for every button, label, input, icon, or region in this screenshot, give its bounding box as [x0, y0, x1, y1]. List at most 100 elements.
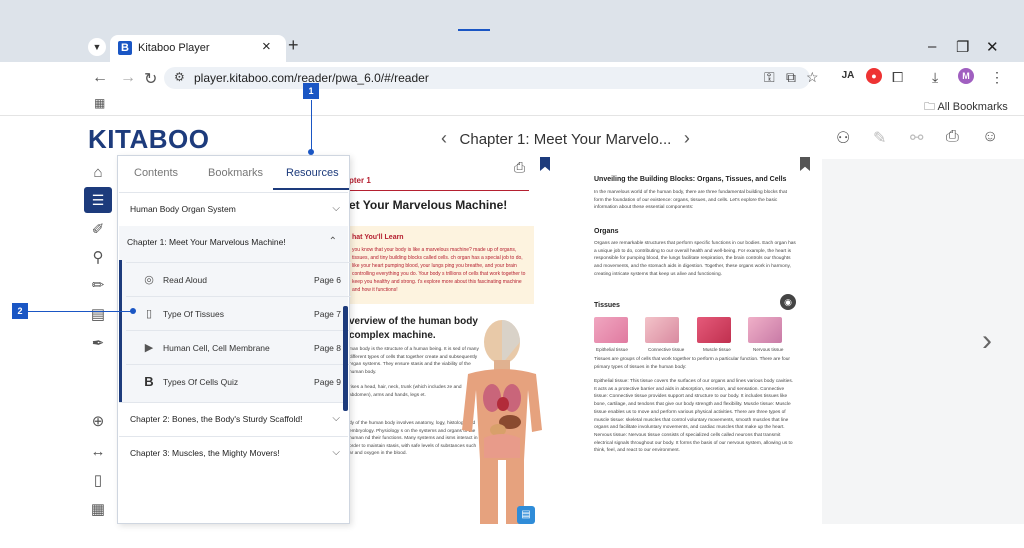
video-icon: ▶ [144, 342, 154, 354]
callout-2-dot [130, 308, 136, 314]
install-app-icon[interactable]: ⧉ [786, 69, 796, 86]
profile-icon[interactable]: ☺ [982, 128, 998, 146]
resource-badge-icon[interactable]: ◉ [780, 294, 796, 310]
chapter-label: Chapter 1: Meet Your Marvelous Machine! [127, 237, 286, 247]
all-bookmarks-button[interactable]: 🗀 All Bookmarks [924, 98, 1008, 117]
profile-avatar[interactable]: M [958, 68, 974, 84]
chapter-divider [349, 190, 529, 191]
fit-width-icon[interactable]: ↔ [88, 442, 108, 462]
next-chapter-icon[interactable]: › [684, 128, 690, 148]
toc-chapter-row[interactable]: Chapter 3: Muscles, the Mighty Movers! ⌵ [119, 436, 348, 470]
resource-row[interactable]: ▶ Human Cell, Cell Membrane Page 8 [126, 330, 351, 364]
resource-page: Page 8 [314, 343, 341, 353]
epithelial-tissue-image [594, 317, 628, 343]
key-icon[interactable]: ⚿ [764, 69, 775, 86]
bookmark-star-icon[interactable]: ☆ [806, 69, 819, 86]
toc-tab-bar: Contents Bookmarks Resources [118, 156, 349, 190]
resource-label: Read Aloud [163, 275, 207, 285]
left-page-chapter: pter 1 [349, 176, 371, 185]
notes-icon[interactable]: ▤ [88, 305, 108, 325]
sticky-note-icon[interactable]: ▤ [517, 506, 535, 524]
right-page-intro: In the marvelous world of the human body… [594, 190, 787, 211]
notebook-icon[interactable]: ✐ [88, 220, 108, 240]
resource-row[interactable]: ▯ Type Of Tissues Page 7 [126, 296, 351, 330]
download-icon[interactable]: ⤓ [932, 69, 938, 86]
tab-resources[interactable]: Resources [286, 167, 339, 179]
learn-text: you know that your body is like a marvel… [352, 247, 526, 293]
highlighter-icon[interactable]: ✎ [873, 128, 886, 148]
home-icon[interactable]: ⌂ [88, 163, 108, 183]
kitaboo-logo: KITABOO [88, 124, 210, 154]
muscle-tissue-image [697, 317, 731, 343]
resource-label: Type Of Tissues [163, 309, 224, 319]
page-print-icon[interactable]: ⎙ [514, 159, 525, 176]
highlight-pen-icon[interactable]: ✒ [88, 334, 108, 354]
callout-1-dot [308, 149, 314, 155]
chevron-down-icon[interactable]: ⌵ [332, 203, 340, 214]
tab-bookmarks[interactable]: Bookmarks [208, 167, 263, 179]
pen-icon[interactable]: ✏ [88, 276, 108, 296]
human-anatomy-illustration [462, 320, 542, 524]
document-icon: ▯ [145, 308, 153, 320]
forward-icon[interactable]: → [120, 69, 136, 87]
resource-row[interactable]: B Types Of Cells Quiz Page 9 [126, 364, 351, 398]
window-drag-indicator [458, 29, 490, 31]
extensions-puzzle-icon[interactable]: ⧠ [892, 69, 903, 86]
resource-page: Page 6 [314, 275, 341, 285]
resource-label: Human Cell, Cell Membrane [163, 343, 270, 353]
page-gutter [822, 159, 1024, 524]
chevron-up-icon[interactable]: ⌃ [329, 236, 337, 247]
resource-row[interactable]: ◎ Read Aloud Page 6 [126, 262, 351, 296]
share-icon[interactable]: ⚯ [910, 128, 923, 148]
browser-tab[interactable]: B Kitaboo Player × [110, 35, 286, 62]
apps-grid-icon[interactable]: ▦ [94, 96, 105, 110]
chevron-down-icon[interactable]: ⌵ [332, 447, 340, 458]
restore-icon[interactable]: ❐ [956, 38, 969, 56]
toc-chapter-row[interactable]: Human Body Organ System ⌵ [119, 192, 348, 226]
back-icon[interactable]: ← [92, 69, 108, 87]
bookmarks-bar [0, 92, 1024, 116]
tab-search-button[interactable]: ▼ [88, 38, 106, 56]
chapter-label: Human Body Organ System [130, 204, 236, 214]
search-icon[interactable]: ⚲ [88, 248, 108, 268]
resource-label: Types Of Cells Quiz [163, 377, 239, 387]
toc-icon[interactable]: ☰ [84, 187, 112, 213]
toc-panel: Contents Bookmarks Resources Human Body … [117, 155, 351, 524]
tissue-label: Muscle tissue [703, 347, 731, 352]
toc-chapter-row[interactable]: Chapter 2: Bones, the Body's Sturdy Scaf… [119, 402, 348, 436]
prev-chapter-icon[interactable]: ‹ [441, 128, 447, 148]
print-icon[interactable]: ⎙ [946, 128, 959, 146]
thumbnails-icon[interactable]: ▦ [88, 500, 108, 520]
chapter-title: Chapter 1: Meet Your Marvelo... [459, 131, 672, 148]
expanded-chapter: Chapter 1: Meet Your Marvelous Machine! … [119, 226, 351, 402]
organs-text: Organs are remarkable structures that pe… [594, 241, 796, 277]
quiz-icon: B [144, 374, 154, 389]
reload-icon[interactable]: ↻ [144, 69, 157, 89]
chapter-label: Chapter 3: Muscles, the Mighty Movers! [130, 448, 280, 458]
zoom-in-icon[interactable]: ⊕ [88, 412, 108, 432]
close-window-icon[interactable]: ✕ [986, 38, 999, 56]
next-page-icon[interactable]: › [982, 324, 992, 358]
right-page-heading: Unveiling the Building Blocks: Organs, T… [594, 176, 787, 183]
site-info-icon[interactable]: ⚙ [174, 70, 185, 84]
minimize-icon[interactable]: – [928, 38, 936, 55]
page-icon[interactable]: ▯ [88, 471, 108, 491]
toc-chapter-row[interactable]: Chapter 1: Meet Your Marvelous Machine! … [119, 226, 345, 260]
ja-extension-icon[interactable]: JA [840, 68, 856, 84]
learn-box: hat You'll Learn you know that your body… [349, 226, 534, 304]
tab-contents[interactable]: Contents [134, 167, 178, 179]
organs-heading: Organs [594, 228, 619, 235]
close-tab-icon[interactable]: × [262, 38, 271, 55]
tissue-label: Nervous tissue [753, 347, 784, 352]
connective-tissue-image [645, 317, 679, 343]
new-tab-button[interactable]: + [288, 35, 299, 56]
read-aloud-icon[interactable]: ⚇ [836, 128, 850, 148]
browser-menu-icon[interactable]: ⋮ [990, 69, 1004, 86]
active-tab-indicator [273, 188, 349, 190]
toc-scrollbar[interactable] [343, 306, 348, 411]
chevron-down-icon[interactable]: ⌵ [332, 413, 340, 424]
tissue-details: Epithelial tissue: This tissue covers th… [594, 379, 794, 454]
url-field[interactable]: ⚙ player.kitaboo.com/reader/pwa_6.0/#/re… [164, 67, 810, 89]
resource-page: Page 7 [314, 309, 341, 319]
extension-icon[interactable]: ● [866, 68, 882, 84]
